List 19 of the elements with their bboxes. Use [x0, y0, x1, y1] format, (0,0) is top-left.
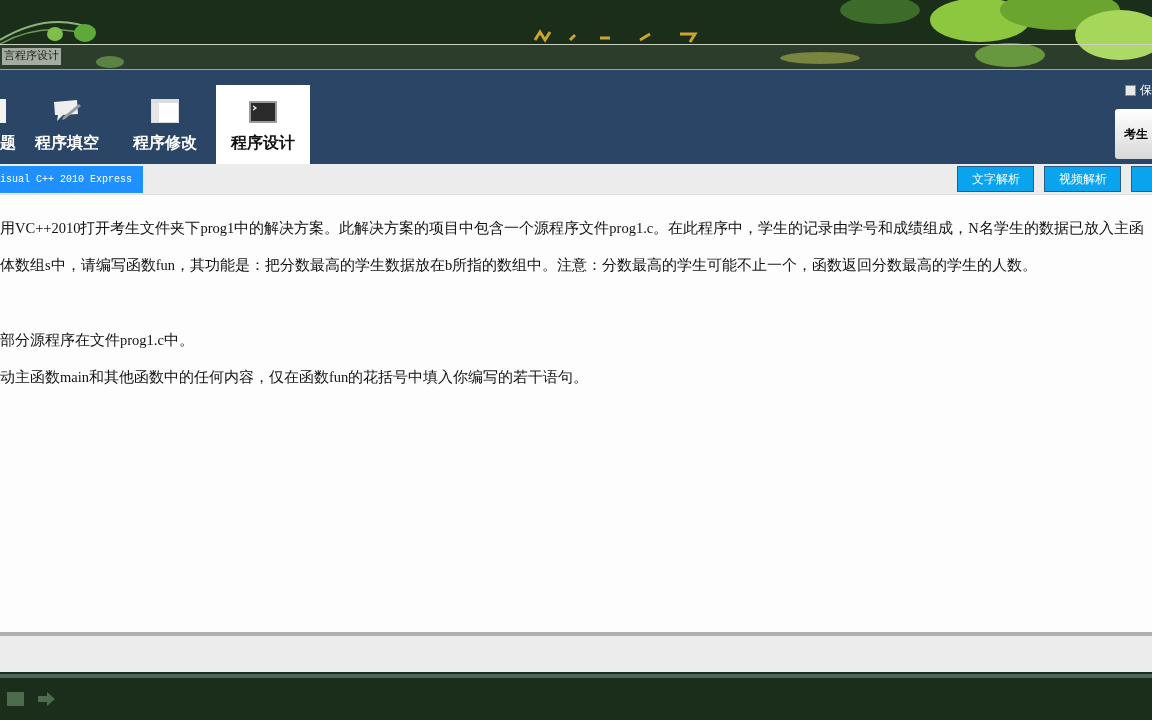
question-text: 体数组s中，请编写函数fun，其功能是：把分数最高的学生数据放在b所指的数组中。注意：分数最高的学生可能不止一个，函数返回分数最高的学生的人数。: [0, 256, 1038, 275]
nav-tab[interactable]: 程序设计: [216, 85, 310, 164]
question-text: 用VC++2010打开考生文件夹下prog1中的解决方案。此解决方案的项目中包含一个源程序文件prog1.c。在此程序中，学生的记录由学号和成绩组成，N名学生的数据已放入主函: [0, 219, 1144, 238]
pencil-paper-icon: [53, 99, 81, 123]
question-text: 部分源程序在文件prog1.c中。: [0, 331, 194, 350]
environment-label: isual C++ 2010 Express: [0, 165, 143, 193]
window-title: 言程序设计: [2, 48, 61, 65]
window-icon: [151, 99, 179, 123]
examinee-button[interactable]: 考生: [1115, 109, 1152, 159]
terminal-icon: [249, 101, 277, 123]
keep-checkbox[interactable]: [1125, 84, 1136, 96]
document-icon: [0, 99, 6, 123]
question-text: 动主函数main和其他函数中的任何内容，仅在函数fun的花括号中填入你编写的若干语句。: [0, 368, 589, 387]
forward-arrow-icon[interactable]: [38, 692, 55, 706]
nav-tab[interactable]: 程序填空: [20, 85, 114, 164]
nav-tab[interactable]: 题: [0, 85, 16, 164]
keep-label: 保: [1140, 82, 1152, 99]
nav-tab[interactable]: 程序修改: [118, 85, 212, 164]
cut-off-button[interactable]: [1131, 166, 1152, 192]
